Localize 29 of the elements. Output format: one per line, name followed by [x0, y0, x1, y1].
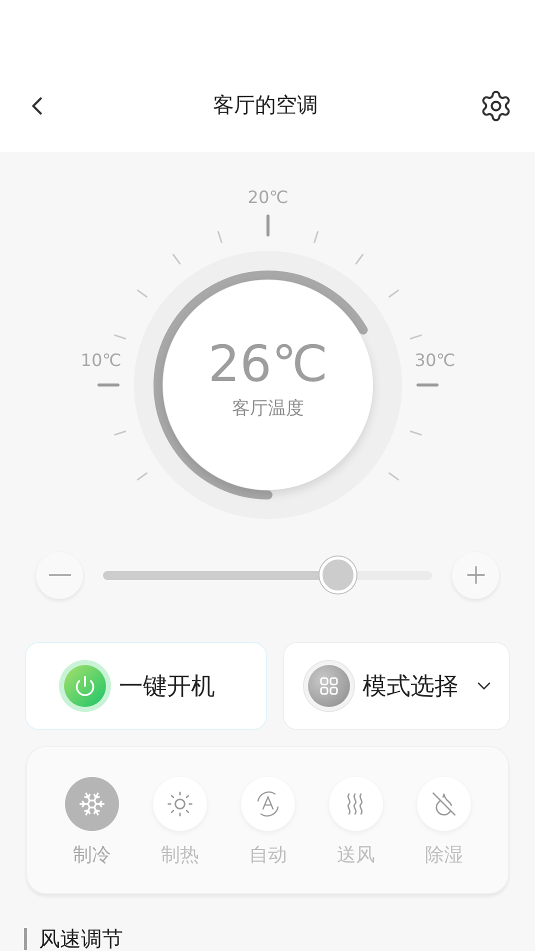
- page-title: 客厅的空调: [213, 92, 318, 120]
- decrease-button[interactable]: [36, 552, 83, 598]
- mode-label: 制冷: [73, 843, 111, 868]
- temperature-caption: 客厅温度: [232, 396, 304, 420]
- section-title: 风速调节: [39, 928, 123, 950]
- power-on-button[interactable]: 一键开机: [25, 642, 266, 730]
- sun-icon: [166, 790, 194, 818]
- mode-label: 除湿: [425, 843, 463, 868]
- mode-label: 自动: [249, 843, 287, 868]
- mode-option[interactable]: 自动: [241, 777, 295, 870]
- temperature-slider[interactable]: [103, 556, 432, 594]
- increase-button[interactable]: [452, 552, 499, 598]
- minus-icon: [48, 574, 70, 576]
- slider-thumb[interactable]: [320, 556, 357, 594]
- mode-label: 送风: [337, 843, 375, 868]
- mode-option[interactable]: 除湿: [417, 777, 471, 870]
- mode-label: 制热: [161, 843, 199, 868]
- temperature-reading: 26℃: [208, 338, 328, 388]
- grid-icon: [302, 660, 354, 712]
- scale-label: 10℃: [80, 353, 122, 370]
- droplet-off-icon: [431, 791, 457, 817]
- scale-label: 20℃: [248, 190, 288, 207]
- snowflake-icon: [78, 790, 106, 818]
- mode-option[interactable]: 送风: [329, 777, 383, 870]
- power-icon: [59, 660, 111, 712]
- mode-option[interactable]: 制热: [153, 777, 207, 870]
- mode-option[interactable]: 制冷: [65, 777, 119, 870]
- mode-select-button[interactable]: 模式选择: [282, 642, 510, 730]
- scale-label: 30℃: [414, 353, 456, 370]
